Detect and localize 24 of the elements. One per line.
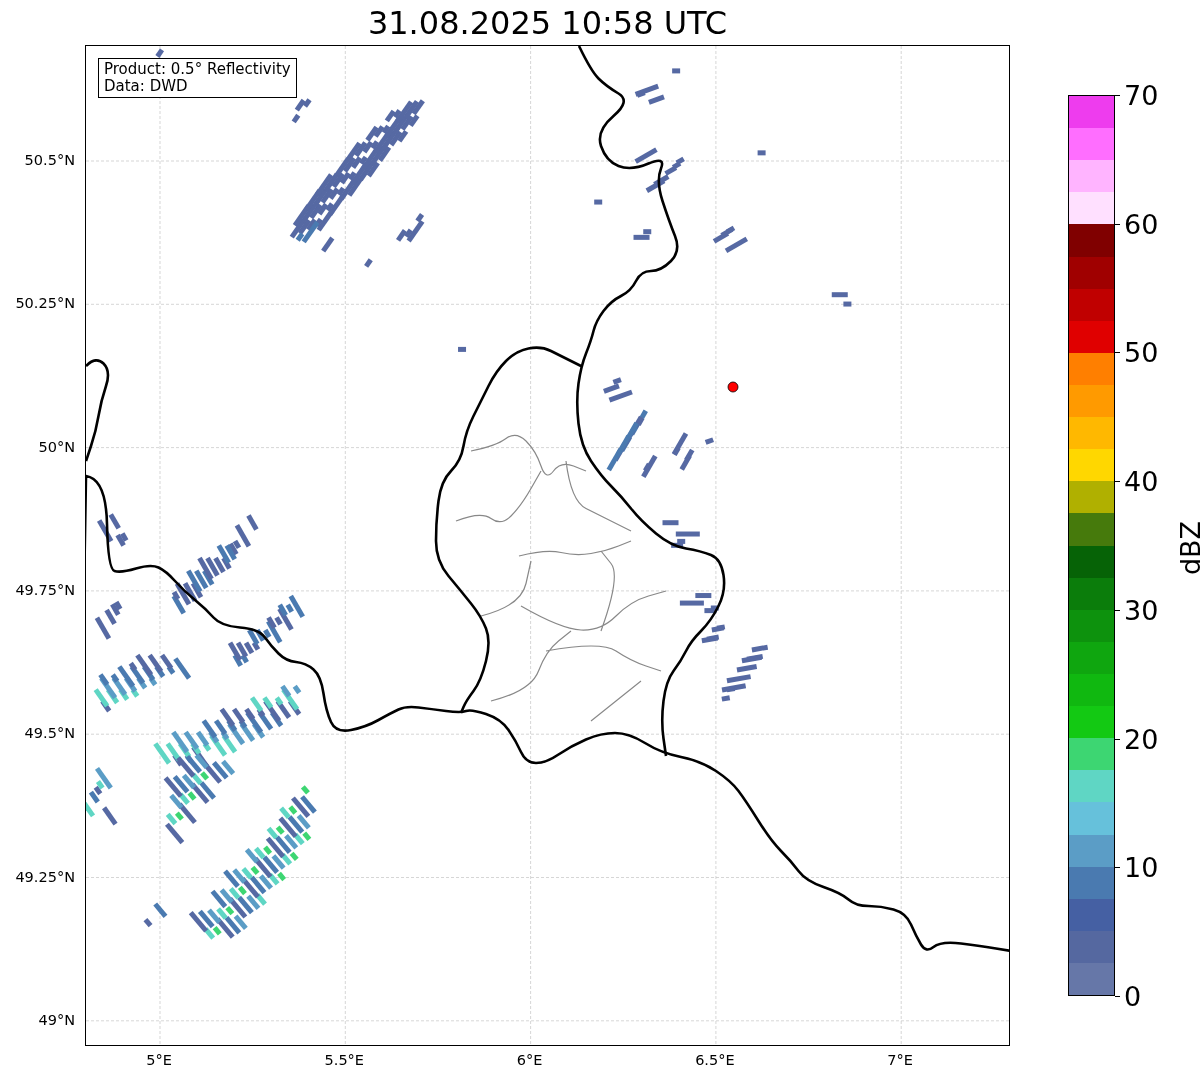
- latitude-label: 49°N: [38, 1011, 75, 1028]
- figure-title: 31.08.2025 10:58 UTC: [366, 4, 729, 42]
- latitude-label: 49.5°N: [24, 725, 75, 742]
- colorbar-tick-label: 30: [1124, 594, 1159, 626]
- latitude-label: 50.25°N: [15, 295, 75, 312]
- longitude-label: 6°E: [516, 1052, 543, 1068]
- colorbar-tick-label: 10: [1124, 851, 1159, 883]
- latitude-label: 50°N: [38, 438, 75, 455]
- colorbar-tick-label: 20: [1124, 723, 1159, 755]
- colorbar-tick-label: 50: [1124, 336, 1159, 368]
- longitude-label: 5.5°E: [324, 1052, 365, 1068]
- latitude-label: 49.75°N: [15, 581, 75, 598]
- latitude-label: 49.25°N: [15, 868, 75, 885]
- colorbar-tick-label: 60: [1124, 208, 1159, 240]
- info-text: Product: 0.5° Reflectivity: [104, 61, 291, 78]
- longitude-label: 6.5°E: [695, 1052, 735, 1068]
- colorbar-title: dBZ: [1174, 520, 1202, 576]
- colorbar-tick-label: 70: [1124, 79, 1159, 111]
- latitude-label: 50.5°N: [24, 152, 75, 168]
- longitude-label: 5°E: [146, 1052, 172, 1068]
- info-text: Data: DWD: [104, 78, 189, 95]
- colorbar-tick-label: 0: [1124, 980, 1142, 1012]
- colorbar-tick-label: 40: [1124, 465, 1159, 497]
- longitude-label: 7°E: [887, 1052, 913, 1068]
